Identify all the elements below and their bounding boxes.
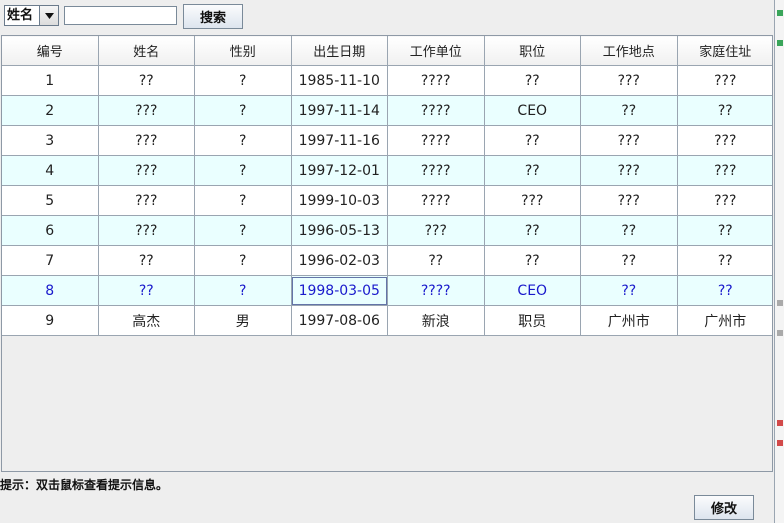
hint-text: 提示：双击鼠标查看提示信息。 [0, 478, 169, 492]
table-cell-name[interactable]: ??? [97, 215, 195, 246]
search-button[interactable]: 搜索 [183, 4, 243, 29]
field-select-value: 姓名 [7, 8, 34, 23]
search-input[interactable] [64, 6, 177, 25]
table-cell-name[interactable]: ??? [97, 155, 195, 186]
table-cell-employer[interactable]: ???? [387, 185, 485, 216]
employee-table[interactable]: 编号 姓名 性别 出生日期 工作单位 职位 工作地点 家庭住址 1??? 1985… [1, 35, 773, 472]
table-cell-position[interactable]: 职员 [483, 305, 581, 336]
table-cell-gender[interactable]: ? [194, 155, 292, 186]
table-cell-home-address[interactable]: ??? [676, 65, 772, 96]
table-cell-gender[interactable]: ? [194, 125, 292, 156]
table-cell-work-location[interactable]: ??? [580, 65, 678, 96]
table-cell-position[interactable]: CEO [483, 95, 581, 126]
table-row[interactable]: 5???? 1999-10-03????????????? [2, 185, 772, 216]
column-header-birthdate[interactable]: 出生日期 [290, 36, 388, 66]
table-header-row: 编号 姓名 性别 出生日期 工作单位 职位 工作地点 家庭住址 [2, 36, 772, 66]
table-cell-employer[interactable]: ???? [387, 155, 485, 186]
table-cell-name[interactable]: ??? [97, 95, 195, 126]
table-row[interactable]: 8??? 1998-03-05???? CEO???? [2, 275, 772, 306]
table-cell-position[interactable]: ?? [483, 125, 581, 156]
column-header-home-address[interactable]: 家庭住址 [676, 36, 772, 66]
table-cell-name[interactable]: ??? [97, 185, 195, 216]
table-cell-employer[interactable]: ???? [387, 275, 485, 306]
table-cell-work-location[interactable]: ?? [580, 275, 678, 306]
table-cell-name[interactable]: ?? [97, 275, 195, 306]
table-cell-id[interactable]: 8 [2, 275, 99, 306]
table-cell-birthdate[interactable]: 1999-10-03 [290, 185, 388, 216]
table-cell-work-location[interactable]: 广州市 [580, 305, 678, 336]
column-header-id[interactable]: 编号 [2, 36, 99, 66]
table-cell-position[interactable]: ?? [483, 65, 581, 96]
table-row[interactable]: 4???? 1997-12-01???????????? [2, 155, 772, 186]
table-cell-birthdate[interactable]: 1997-11-16 [290, 125, 388, 156]
table-cell-position[interactable]: ?? [483, 215, 581, 246]
table-cell-name[interactable]: ??? [97, 125, 195, 156]
column-header-employer[interactable]: 工作单位 [387, 36, 485, 66]
table-cell-work-location[interactable]: ?? [580, 215, 678, 246]
table-cell-home-address[interactable]: ??? [676, 125, 772, 156]
table-cell-id[interactable]: 1 [2, 65, 99, 96]
table-cell-birthdate[interactable]: 1997-12-01 [290, 155, 388, 186]
table-cell-position[interactable]: ?? [483, 245, 581, 276]
table-cell-gender[interactable]: ? [194, 275, 292, 306]
table-cell-name[interactable]: ?? [97, 65, 195, 96]
column-header-name[interactable]: 姓名 [97, 36, 195, 66]
table-cell-home-address[interactable]: ?? [676, 245, 772, 276]
table-cell-employer[interactable]: 新浪 [387, 305, 485, 336]
table-cell-home-address[interactable]: ?? [676, 275, 772, 306]
table-cell-name[interactable]: 高杰 [97, 305, 195, 336]
table-cell-work-location[interactable]: ??? [580, 125, 678, 156]
side-panel-edge [774, 0, 784, 523]
table-cell-position[interactable]: ?? [483, 155, 581, 186]
table-cell-birthdate[interactable]: 1997-11-14 [290, 95, 388, 126]
table-cell-home-address[interactable]: ?? [676, 215, 772, 246]
field-select[interactable]: 姓名 [4, 5, 59, 26]
table-cell-position[interactable]: CEO [483, 275, 581, 306]
table-cell-gender[interactable]: 男 [194, 305, 292, 336]
table-cell-employer[interactable]: ???? [387, 95, 485, 126]
table-cell-id[interactable]: 3 [2, 125, 99, 156]
table-cell-id[interactable]: 9 [2, 305, 99, 336]
table-cell-birthdate[interactable]: 1985-11-10 [290, 65, 388, 96]
table-cell-position[interactable]: ??? [483, 185, 581, 216]
table-cell-birthdate[interactable]: 1998-03-05 [290, 275, 388, 306]
table-cell-name[interactable]: ?? [97, 245, 195, 276]
chevron-down-icon[interactable] [39, 6, 58, 25]
table-cell-birthdate[interactable]: 1997-08-06 [290, 305, 388, 336]
table-cell-home-address[interactable]: ??? [676, 185, 772, 216]
table-row[interactable]: 7??? 1996-02-03???????? [2, 245, 772, 276]
table-cell-work-location[interactable]: ??? [580, 185, 678, 216]
table-cell-work-location[interactable]: ?? [580, 95, 678, 126]
table-cell-id[interactable]: 5 [2, 185, 99, 216]
table-cell-id[interactable]: 6 [2, 215, 99, 246]
table-cell-birthdate[interactable]: 1996-05-13 [290, 215, 388, 246]
column-header-gender[interactable]: 性别 [194, 36, 292, 66]
table-cell-gender[interactable]: ? [194, 65, 292, 96]
table-cell-id[interactable]: 2 [2, 95, 99, 126]
table-cell-gender[interactable]: ? [194, 245, 292, 276]
table-row[interactable]: 1??? 1985-11-10???????????? [2, 65, 772, 96]
table-cell-home-address[interactable]: ?? [676, 95, 772, 126]
table-cell-id[interactable]: 4 [2, 155, 99, 186]
table-cell-gender[interactable]: ? [194, 95, 292, 126]
table-cell-work-location[interactable]: ?? [580, 245, 678, 276]
table-cell-home-address[interactable]: ??? [676, 155, 772, 186]
modify-button[interactable]: 修改 [694, 495, 754, 520]
table-row[interactable]: 9 高杰男 1997-08-06 新浪 职员 广州市 广州市 [2, 305, 772, 336]
table-cell-employer[interactable]: ?? [387, 245, 485, 276]
column-header-work-location[interactable]: 工作地点 [580, 36, 678, 66]
table-cell-work-location[interactable]: ??? [580, 155, 678, 186]
table-row[interactable]: 2???? 1997-11-14???? CEO???? [2, 95, 772, 126]
table-cell-employer[interactable]: ??? [387, 215, 485, 246]
table-cell-home-address[interactable]: 广州市 [676, 305, 772, 336]
table-cell-gender[interactable]: ? [194, 215, 292, 246]
column-header-position[interactable]: 职位 [483, 36, 581, 66]
table-cell-employer[interactable]: ???? [387, 125, 485, 156]
table-cell-birthdate[interactable]: 1996-02-03 [290, 245, 388, 276]
table-row[interactable]: 6???? 1996-05-13????????? [2, 215, 772, 246]
table-row[interactable]: 3???? 1997-11-16???????????? [2, 125, 772, 156]
table-cell-id[interactable]: 7 [2, 245, 99, 276]
table-cell-gender[interactable]: ? [194, 185, 292, 216]
table-cell-employer[interactable]: ???? [387, 65, 485, 96]
